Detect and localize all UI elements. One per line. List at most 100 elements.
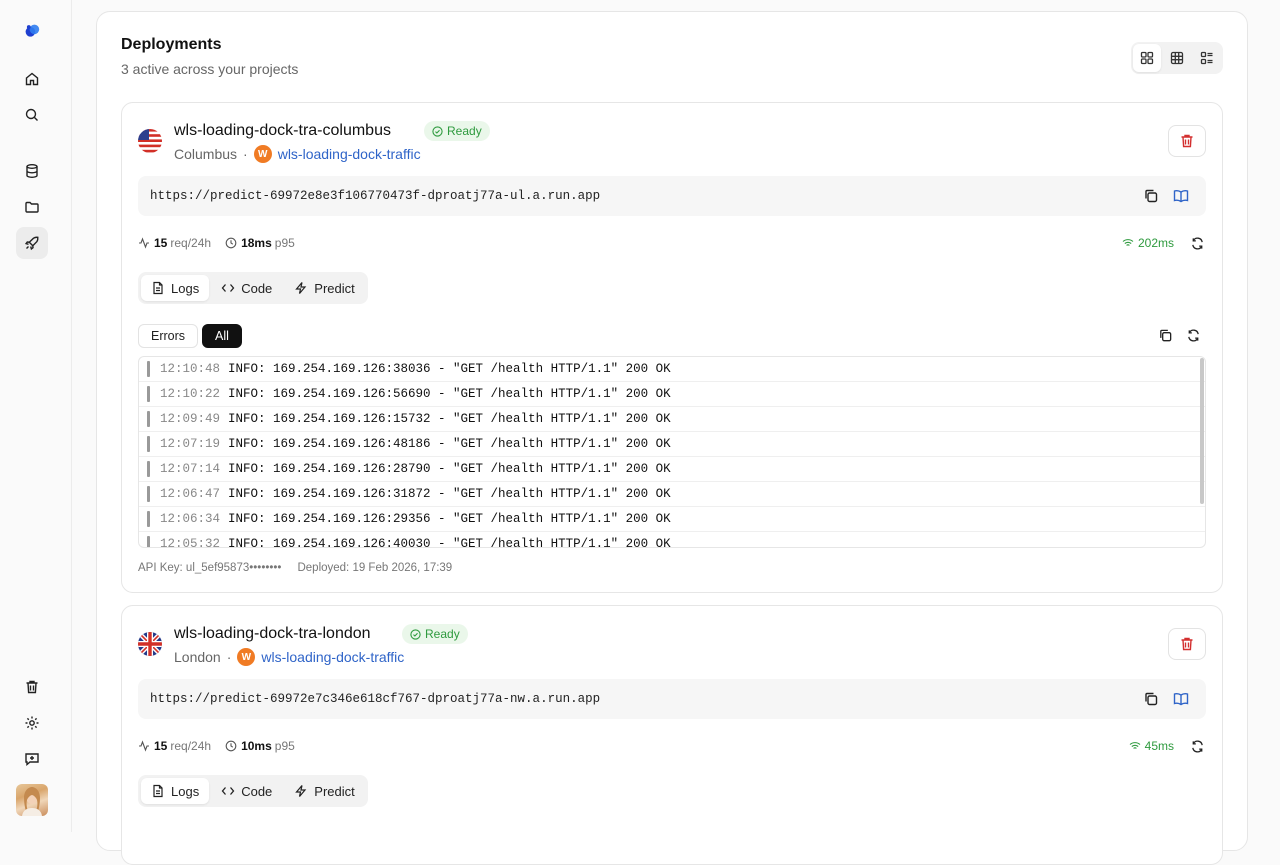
status-badge: Ready (424, 121, 490, 141)
deployment-stats: 15 req/24h 10ms p95 (138, 739, 309, 753)
copy-icon[interactable] (1156, 326, 1174, 344)
grid-view-icon[interactable] (1133, 44, 1161, 72)
delete-button[interactable] (1168, 628, 1206, 660)
search-icon[interactable] (16, 99, 48, 131)
p95-value: 18ms (241, 236, 272, 250)
log-row: 12:06:47 INFO: 169.254.169.126:31872 - "G… (139, 482, 1205, 507)
project-badge: W (237, 648, 256, 666)
tab-label: Logs (171, 280, 200, 296)
deployment-stats: 15 req/24h 18ms p95 (138, 236, 309, 250)
p95-stat: 10ms p95 (225, 739, 295, 753)
log-row: 12:10:22 INFO: 169.254.169.126:56690 - "G… (139, 382, 1205, 407)
logo-icon[interactable] (16, 15, 48, 47)
separator: · (243, 146, 248, 162)
tab-logs[interactable]: Logs (141, 275, 210, 301)
tab-label: Predict (314, 783, 355, 799)
project-link[interactable]: wls-loading-dock-traffic (278, 146, 421, 162)
home-icon[interactable] (16, 63, 48, 95)
log-actions (1156, 326, 1202, 344)
p95-value: 10ms (241, 739, 272, 753)
copy-icon[interactable] (1142, 187, 1160, 205)
status-label: Ready (447, 124, 482, 138)
status-badge: Ready (402, 624, 468, 644)
card-tabs: Logs Code Predict (138, 775, 368, 807)
card-footer: API Key: ul_5ef95873•••••••• Deployed: 1… (138, 562, 452, 574)
signal-icon (1129, 742, 1141, 749)
table-view-icon[interactable] (1163, 44, 1191, 72)
separator: · (226, 649, 232, 665)
log-time: 12:07:19 (160, 437, 221, 451)
log-time: 12:07:14 (160, 462, 221, 476)
deployment-name[interactable]: wls-loading-dock-tra-london (174, 625, 371, 643)
trash-icon[interactable] (16, 671, 48, 703)
log-time: 12:05:32 (160, 537, 221, 548)
signal-icon (1122, 239, 1134, 246)
log-message: INFO: 169.254.169.126:15732 - "GET /heal… (228, 412, 671, 426)
api-key: API Key: ul_5ef95873•••••••• (138, 562, 282, 574)
tab-label: Code (241, 280, 273, 296)
deployed-date: Deployed: 19 Feb 2026, 17:39 (297, 562, 453, 574)
delete-button[interactable] (1168, 125, 1206, 157)
docs-book-icon[interactable] (1172, 187, 1190, 205)
code-icon (221, 787, 235, 795)
p95-stat: 18ms p95 (225, 236, 295, 250)
folder-icon[interactable] (16, 191, 48, 223)
log-message: INFO: 169.254.169.126:29356 - "GET /heal… (228, 512, 671, 526)
deployment-location: Columbus · W wls-loading-dock-traffic (174, 145, 421, 163)
avatar[interactable] (16, 784, 48, 816)
filter-errors[interactable]: Errors (138, 324, 199, 348)
endpoint-url[interactable]: https://predict-69972e7c346e618cf767-dpr… (150, 692, 600, 706)
trash-icon (1181, 134, 1193, 148)
log-time: 12:09:49 (160, 412, 221, 426)
list-view-icon[interactable] (1193, 44, 1221, 72)
log-row: 12:10:48 INFO: 169.254.169.126:38036 - "G… (139, 357, 1205, 382)
log-message: INFO: 169.254.169.126:48186 - "GET /heal… (228, 437, 671, 451)
log-row: 12:05:32 INFO: 169.254.169.126:40030 - "G… (139, 532, 1205, 548)
tab-predict[interactable]: Predict (284, 275, 364, 301)
rocket-icon[interactable] (16, 227, 48, 259)
log-time: 12:10:48 (160, 362, 221, 376)
feedback-icon[interactable] (16, 743, 48, 775)
refresh-icon[interactable] (1188, 234, 1206, 252)
settings-icon[interactable] (16, 707, 48, 739)
log-message: INFO: 169.254.169.126:31872 - "GET /heal… (228, 487, 671, 501)
latency-value: 45ms (1144, 739, 1174, 753)
copy-icon[interactable] (1142, 690, 1160, 708)
requests-stat: 15 req/24h (138, 739, 211, 753)
refresh-icon[interactable] (1188, 737, 1206, 755)
deployments-panel: Deployments 3 active across your project… (96, 11, 1248, 865)
database-icon[interactable] (16, 155, 48, 187)
log-time: 12:10:22 (160, 387, 221, 401)
refresh-icon[interactable] (1184, 326, 1202, 344)
log-row: 12:06:34 INFO: 169.254.169.126:29356 - "G… (139, 507, 1205, 532)
endpoint-url[interactable]: https://predict-69972e8e3f106770473f-dpr… (150, 189, 600, 203)
deployment-name[interactable]: wls-loading-dock-tra-columbus (174, 122, 391, 140)
log-message: INFO: 169.254.169.126:38036 - "GET /heal… (228, 362, 671, 376)
tab-code[interactable]: Code (211, 275, 282, 301)
log-row: 12:09:49 INFO: 169.254.169.126:15732 - "G… (139, 407, 1205, 432)
filter-all[interactable]: All (202, 324, 242, 348)
deployment-card: wls-loading-dock-tra-columbus Ready Colu… (121, 102, 1223, 593)
requests-unit: req/24h (170, 739, 212, 753)
trash-icon (1181, 637, 1193, 651)
endpoint-url-box: https://predict-69972e8e3f106770473f-dpr… (138, 176, 1206, 216)
tab-logs[interactable]: Logs (141, 778, 210, 804)
tab-code[interactable]: Code (211, 778, 282, 804)
requests-unit: req/24h (170, 236, 212, 250)
docs-book-icon[interactable] (1172, 690, 1190, 708)
location-label: London (174, 649, 221, 665)
log-time: 12:06:34 (160, 512, 221, 526)
clock-icon (225, 740, 237, 752)
log-viewer[interactable]: 12:10:48 INFO: 169.254.169.126:38036 - "G… (138, 356, 1206, 548)
tab-predict[interactable]: Predict (284, 778, 364, 804)
latency-indicator: 202ms (1122, 236, 1174, 250)
log-message: INFO: 169.254.169.126:56690 - "GET /heal… (228, 387, 671, 401)
deployment-location: London · W wls-loading-dock-traffic (174, 648, 404, 666)
project-link[interactable]: wls-loading-dock-traffic (261, 649, 404, 665)
file-text-icon (153, 784, 163, 798)
requests-count: 15 (154, 236, 168, 250)
uk-flag-icon (138, 632, 162, 656)
p95-unit: p95 (274, 236, 295, 250)
log-scrollbar[interactable] (1200, 358, 1204, 504)
file-text-icon (153, 281, 163, 295)
